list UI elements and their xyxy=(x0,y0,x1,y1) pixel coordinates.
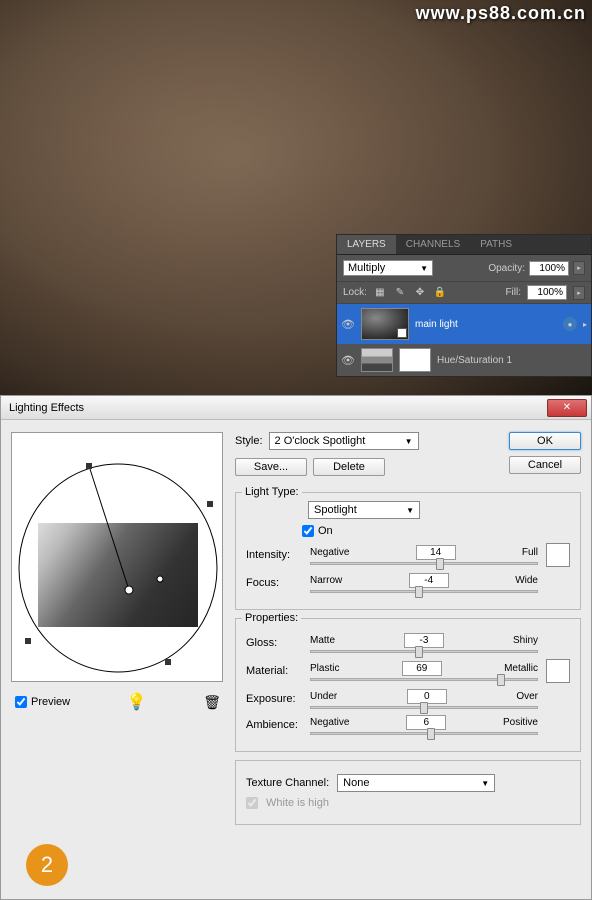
intensity-label: Intensity: xyxy=(246,549,302,561)
light-color-swatch[interactable] xyxy=(546,543,570,567)
gloss-slider[interactable] xyxy=(310,650,538,653)
tab-channels[interactable]: CHANNELS xyxy=(396,235,470,254)
material-label: Material: xyxy=(246,665,302,677)
ambience-right: Positive xyxy=(503,717,538,728)
step-badge: 2 xyxy=(26,844,68,886)
lightbulb-icon[interactable]: 💡 xyxy=(127,692,147,712)
save-button[interactable]: Save... xyxy=(235,458,307,476)
light-type-select[interactable]: Spotlight ▼ xyxy=(308,501,420,519)
property-color-swatch[interactable] xyxy=(546,659,570,683)
mask-thumbnail[interactable] xyxy=(399,348,431,372)
layer-style-icon[interactable]: ● xyxy=(563,317,577,331)
trash-icon[interactable]: 🗑 xyxy=(203,694,221,711)
gloss-input[interactable]: -3 xyxy=(404,633,444,648)
blend-mode-value: Multiply xyxy=(348,262,385,274)
dialog-title: Lighting Effects xyxy=(9,402,84,414)
properties-group: Properties: Gloss: Matte -3 Shiny Mater xyxy=(235,618,581,752)
material-right: Metallic xyxy=(504,663,538,674)
style-label: Style: xyxy=(235,435,263,447)
on-checkbox[interactable]: On xyxy=(302,525,570,537)
tab-layers[interactable]: LAYERS xyxy=(337,235,396,254)
material-left: Plastic xyxy=(310,663,339,674)
intensity-left: Negative xyxy=(310,547,349,558)
delete-button[interactable]: Delete xyxy=(313,458,385,476)
texture-channel-group: Texture Channel: None ▼ White is high xyxy=(235,760,581,825)
exposure-left: Under xyxy=(310,691,337,702)
lock-brush-icon[interactable]: ✎ xyxy=(393,286,407,300)
chevron-down-icon: ▼ xyxy=(481,779,489,788)
opacity-flyout[interactable]: ▸ xyxy=(573,261,585,275)
visibility-toggle[interactable]: 👁 xyxy=(341,353,355,367)
on-label: On xyxy=(318,525,333,537)
ok-button[interactable]: OK xyxy=(509,432,581,450)
light-type-label: Light Type: xyxy=(242,486,302,498)
on-checkbox-input[interactable] xyxy=(302,525,314,537)
opacity-label: Opacity: xyxy=(488,263,525,274)
layer-thumbnail[interactable] xyxy=(361,308,409,340)
focus-label: Focus: xyxy=(246,577,302,589)
ambience-label: Ambience: xyxy=(246,719,302,731)
fill-label: Fill: xyxy=(505,287,521,298)
gloss-right: Shiny xyxy=(513,635,538,646)
gloss-label: Gloss: xyxy=(246,637,302,649)
layer-name[interactable]: main light xyxy=(415,319,557,330)
chevron-down-icon: ▼ xyxy=(406,506,414,515)
opacity-input[interactable]: 100% xyxy=(529,261,569,276)
layer-name[interactable]: Hue/Saturation 1 xyxy=(437,355,587,366)
lock-transparent-icon[interactable]: ▦ xyxy=(373,286,387,300)
preview-checkbox[interactable]: Preview xyxy=(15,696,70,708)
visibility-toggle[interactable]: 👁 xyxy=(341,317,355,331)
adjustment-thumbnail[interactable] xyxy=(361,348,393,372)
ambience-slider[interactable] xyxy=(310,732,538,735)
panel-tabs: LAYERS CHANNELS PATHS xyxy=(337,235,591,255)
chevron-down-icon: ▼ xyxy=(420,264,428,273)
preview-label: Preview xyxy=(31,696,70,708)
fill-input[interactable]: 100% xyxy=(527,285,567,300)
style-value: 2 O'clock Spotlight xyxy=(275,435,366,447)
texture-channel-label: Texture Channel: xyxy=(246,777,329,789)
texture-channel-select[interactable]: None ▼ xyxy=(337,774,495,792)
layer-row-hue-sat[interactable]: 👁 Hue/Saturation 1 xyxy=(337,344,591,376)
texture-channel-value: None xyxy=(343,777,369,789)
light-type-group: Light Type: Spotlight ▼ On Intensity: xyxy=(235,492,581,610)
watermark: www.ps88.com.cn xyxy=(416,3,586,24)
material-input[interactable]: 69 xyxy=(402,661,442,676)
light-type-value: Spotlight xyxy=(314,504,357,516)
style-select[interactable]: 2 O'clock Spotlight ▼ xyxy=(269,432,419,450)
blend-mode-select[interactable]: Multiply ▼ xyxy=(343,260,433,276)
preview-checkbox-input[interactable] xyxy=(15,696,27,708)
cancel-button[interactable]: Cancel xyxy=(509,456,581,474)
ambience-left: Negative xyxy=(310,717,349,728)
focus-slider[interactable] xyxy=(310,590,538,593)
close-button[interactable]: ✕ xyxy=(547,399,587,417)
material-slider[interactable] xyxy=(310,678,538,681)
gloss-left: Matte xyxy=(310,635,335,646)
properties-label: Properties: xyxy=(242,612,301,624)
lock-label: Lock: xyxy=(343,287,367,298)
intensity-right: Full xyxy=(522,547,538,558)
white-is-high-label: White is high xyxy=(266,797,329,809)
chevron-down-icon: ▼ xyxy=(405,437,413,446)
exposure-right: Over xyxy=(516,691,538,702)
exposure-slider[interactable] xyxy=(310,706,538,709)
preview-area[interactable] xyxy=(11,432,223,682)
focus-left: Narrow xyxy=(310,575,342,586)
tab-paths[interactable]: PATHS xyxy=(470,235,522,254)
layer-row-main-light[interactable]: 👁 main light ● ▸ xyxy=(337,304,591,344)
exposure-label: Exposure: xyxy=(246,693,302,705)
layers-panel: LAYERS CHANNELS PATHS Multiply ▼ Opacity… xyxy=(336,234,592,377)
lock-move-icon[interactable]: ✥ xyxy=(413,286,427,300)
fill-flyout[interactable]: ▸ xyxy=(573,286,585,300)
lock-all-icon[interactable]: 🔒 xyxy=(433,286,447,300)
white-is-high-checkbox: White is high xyxy=(246,797,570,809)
intensity-slider[interactable] xyxy=(310,562,538,565)
white-is-high-input xyxy=(246,797,258,809)
focus-right: Wide xyxy=(515,575,538,586)
lighting-effects-dialog: Lighting Effects ✕ xyxy=(0,395,592,900)
dialog-titlebar[interactable]: Lighting Effects ✕ xyxy=(1,396,591,420)
chevron-right-icon: ▸ xyxy=(583,320,587,329)
